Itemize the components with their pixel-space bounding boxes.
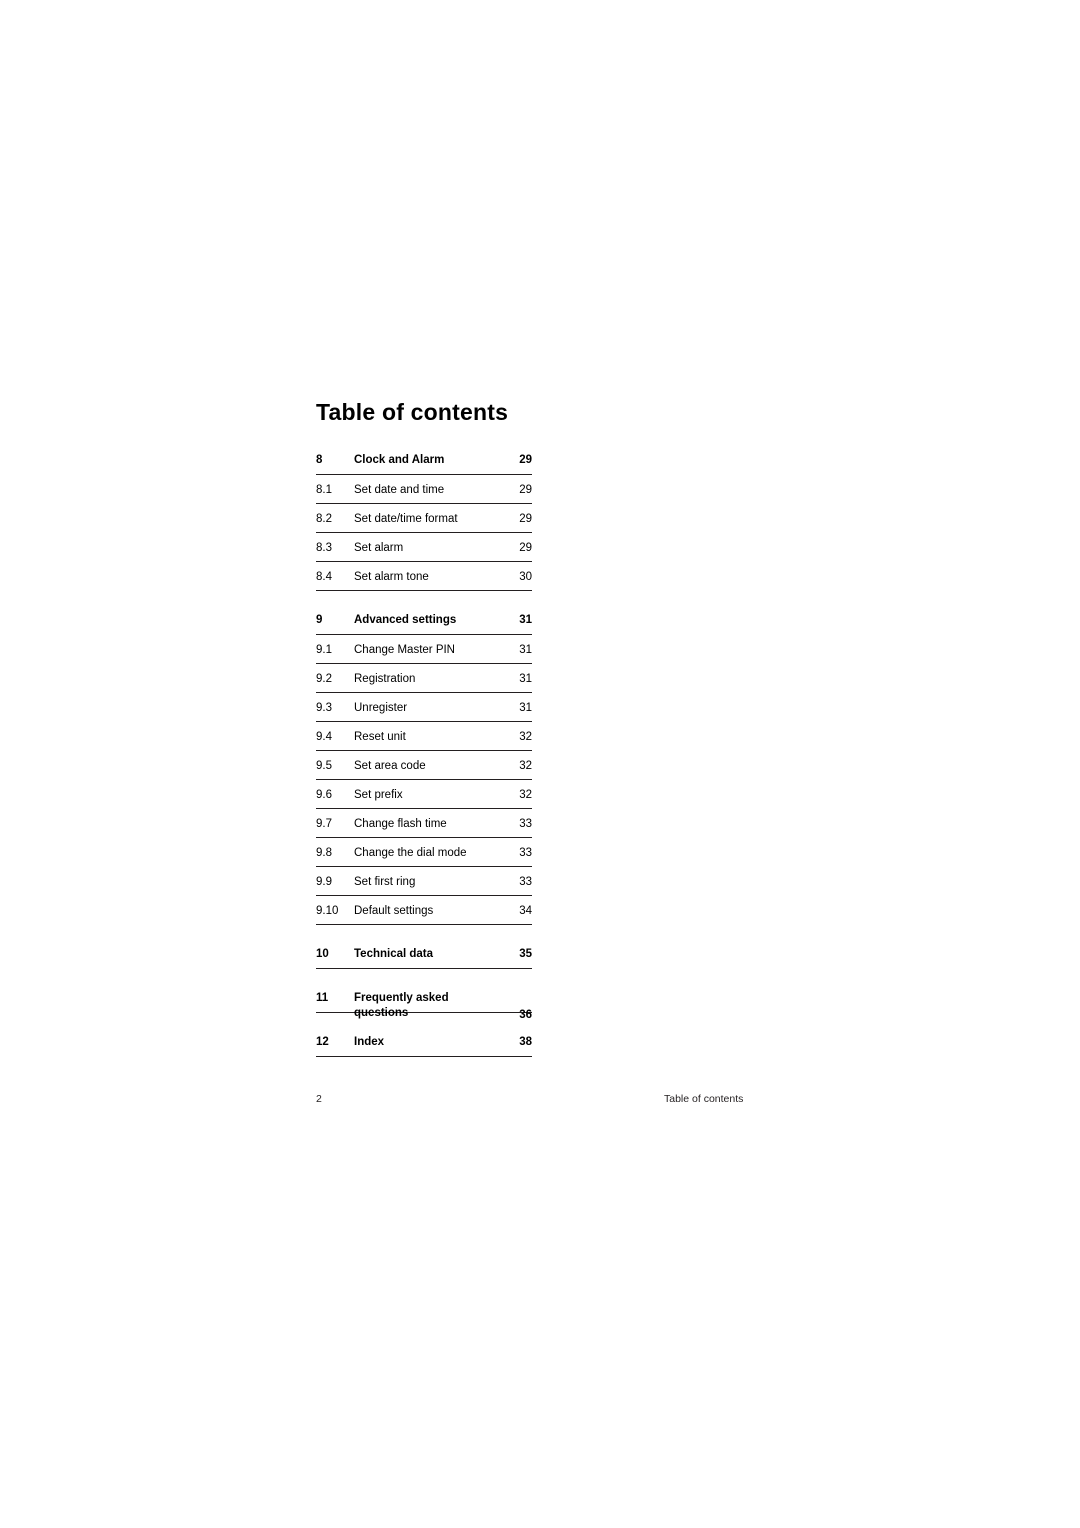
toc-entry-row[interactable]: 8.4 Set alarm tone 30 [316, 562, 532, 592]
toc-entry-row[interactable]: 9.3 Unregister 31 [316, 693, 532, 723]
toc-entry-page: 31 [519, 644, 532, 657]
toc-entry-row[interactable]: 9.9 Set first ring 33 [316, 867, 532, 897]
toc-entry-page: 33 [519, 876, 532, 889]
toc-entry-number: 9.1 [316, 644, 332, 657]
toc-entry-number: 9.2 [316, 673, 332, 686]
toc-entry-row[interactable]: 9.10 Default settings 34 [316, 896, 532, 926]
toc-chapter-row[interactable]: 12 Index 38 [316, 1027, 532, 1058]
toc-entry-number: 9.9 [316, 876, 332, 889]
toc-entry-number: 8.3 [316, 542, 332, 555]
toc-entry-number: 9 [316, 614, 323, 627]
toc-entry-page: 32 [519, 760, 532, 773]
toc-entry-number: 9.7 [316, 818, 332, 831]
toc-entry-row[interactable]: 9.4 Reset unit 32 [316, 722, 532, 752]
toc-chapter-row[interactable]: 11 Frequently asked questions 36 [316, 983, 532, 1021]
toc-entry-label: Set alarm [354, 542, 404, 555]
toc-entry-number: 12 [316, 1036, 329, 1049]
toc-entry-page: 29 [519, 513, 532, 526]
footer-section-label: Table of contents [664, 1093, 744, 1105]
table-of-contents: Table of contents 8 Clock and Alarm 29 8.1 S… [316, 399, 532, 1058]
toc-list: 8 Clock and Alarm 29 8.1 Set date and time 29… [316, 445, 532, 1058]
toc-entry-page: 31 [519, 702, 532, 715]
toc-entry-page: 38 [519, 1036, 532, 1049]
toc-entry-page: 36 [519, 1009, 532, 1022]
toc-entry-row[interactable]: 9.7 Change flash time 33 [316, 809, 532, 839]
toc-entry-page: 33 [519, 847, 532, 860]
toc-entry-page: 33 [519, 818, 532, 831]
toc-group-gap [316, 969, 532, 983]
page-title: Table of contents [316, 399, 509, 425]
toc-entry-page: 30 [519, 571, 532, 584]
toc-entry-number: 8 [316, 454, 323, 467]
toc-entry-row[interactable]: 8.3 Set alarm 29 [316, 533, 532, 563]
toc-entry-label: Set area code [354, 760, 426, 773]
toc-entry-page: 31 [519, 614, 532, 627]
toc-entry-label: Unregister [354, 702, 408, 715]
toc-entry-number: 9.8 [316, 847, 332, 860]
toc-entry-label: Advanced settings [354, 614, 457, 627]
document-page: Table of contents 8 Clock and Alarm 29 8.1 S… [0, 0, 1080, 1528]
toc-entry-label: Set prefix [354, 789, 403, 802]
toc-entry-number: 9.5 [316, 760, 332, 773]
toc-entry-number: 8.2 [316, 513, 332, 526]
toc-entry-page: 31 [519, 673, 532, 686]
toc-entry-page: 29 [519, 454, 532, 467]
toc-entry-label: Set date and time [354, 484, 445, 497]
toc-entry-row[interactable]: 9.5 Set area code 32 [316, 751, 532, 781]
toc-entry-row[interactable]: 9.1 Change Master PIN 31 [316, 635, 532, 665]
toc-entry-label: Change the dial mode [354, 847, 467, 860]
toc-entry-number: 8.4 [316, 571, 332, 584]
toc-entry-number: 10 [316, 948, 329, 961]
toc-entry-label: Change Master PIN [354, 644, 455, 657]
toc-entry-page: 32 [519, 789, 532, 802]
toc-entry-label: Set alarm tone [354, 571, 429, 584]
toc-entry-label: Index [354, 1036, 385, 1049]
page-number: 2 [316, 1093, 322, 1105]
toc-entry-label: Default settings [354, 905, 434, 918]
toc-entry-number: 9.3 [316, 702, 332, 715]
toc-chapter-row[interactable]: 8 Clock and Alarm 29 [316, 445, 532, 476]
toc-entry-number: 9.6 [316, 789, 332, 802]
toc-entry-row[interactable]: 9.2 Registration 31 [316, 664, 532, 694]
toc-entry-page: 34 [519, 905, 532, 918]
toc-entry-label: Registration [354, 673, 416, 686]
toc-entry-label: Set first ring [354, 876, 416, 889]
toc-entry-number: 8.1 [316, 484, 332, 497]
toc-entry-label-line2: questions [354, 1006, 409, 1019]
toc-entry-page: 32 [519, 731, 532, 744]
toc-entry-page: 29 [519, 542, 532, 555]
toc-entry-label: Reset unit [354, 731, 406, 744]
toc-entry-row[interactable]: 9.8 Change the dial mode 33 [316, 838, 532, 868]
toc-entry-label: Change flash time [354, 818, 447, 831]
toc-entry-label: Clock and Alarm [354, 454, 445, 467]
toc-entry-label: Technical data [354, 948, 434, 961]
toc-entry-label-line1: Frequently asked [354, 992, 449, 1005]
toc-group-gap [316, 925, 532, 939]
toc-entry-label: Set date/time format [354, 513, 458, 526]
toc-entry-row[interactable]: 8.2 Set date/time format 29 [316, 504, 532, 534]
toc-entry-number: 9.10 [316, 905, 339, 918]
toc-entry-number: 9.4 [316, 731, 332, 744]
toc-entry-page: 29 [519, 484, 532, 497]
toc-entry-label: Frequently asked questions [354, 983, 516, 1020]
toc-entry-row[interactable]: 8.1 Set date and time 29 [316, 475, 532, 505]
toc-entry-row[interactable]: 9.6 Set prefix 32 [316, 780, 532, 810]
page-footer: 2 Table of contents [316, 1093, 776, 1105]
toc-chapter-row[interactable]: 10 Technical data 35 [316, 939, 532, 970]
toc-group-gap [316, 591, 532, 605]
toc-chapter-row[interactable]: 9 Advanced settings 31 [316, 605, 532, 636]
toc-entry-number: 11 [316, 992, 329, 1005]
toc-entry-page: 35 [519, 948, 532, 961]
